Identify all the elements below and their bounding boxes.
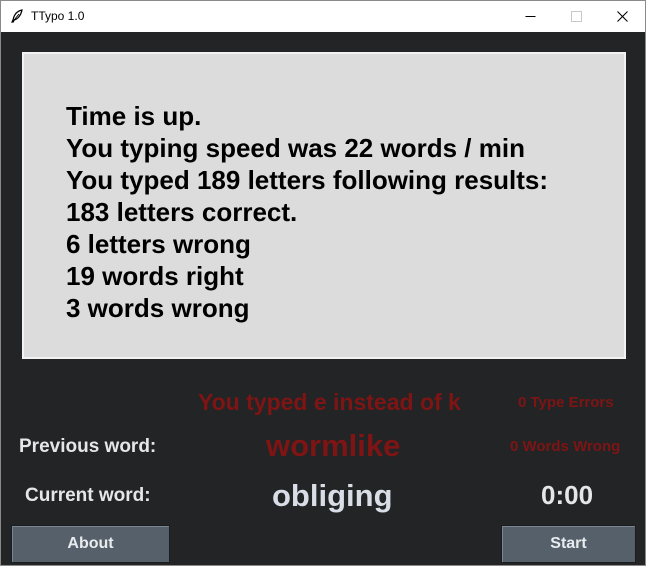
- current-word-label: Current word:: [25, 485, 151, 506]
- close-icon: [616, 11, 628, 22]
- minimize-icon: [525, 16, 535, 17]
- result-line: Time is up.: [66, 101, 202, 131]
- results-text: Time is up. You typing speed was 22 word…: [66, 100, 548, 324]
- window-title: TTypo 1.0: [31, 9, 85, 23]
- minimize-button[interactable]: [507, 1, 553, 32]
- results-panel: Time is up. You typing speed was 22 word…: [22, 52, 626, 359]
- maximize-button[interactable]: [553, 1, 599, 32]
- title-bar[interactable]: TTypo 1.0: [1, 1, 645, 32]
- maximize-icon: [570, 11, 582, 22]
- previous-word-label: Previous word:: [19, 436, 157, 457]
- start-button[interactable]: Start: [501, 525, 636, 563]
- result-line: You typing speed was 22 words / min: [66, 133, 525, 163]
- result-line: 3 words wrong: [66, 293, 250, 323]
- close-button[interactable]: [599, 1, 645, 32]
- client-area: Time is up. You typing speed was 22 word…: [1, 32, 645, 565]
- result-line: You typed 189 letters following results:: [66, 165, 549, 195]
- feather-icon: [10, 9, 24, 23]
- error-message: You typed e instead of k: [198, 389, 461, 415]
- previous-word: wormlike: [266, 428, 401, 463]
- result-line: 6 letters wrong: [66, 229, 251, 259]
- app-window: TTypo 1.0 Time is up. You typing speed w…: [0, 0, 646, 566]
- timer: 0:00: [541, 480, 594, 510]
- result-line: 183 letters correct.: [66, 197, 298, 227]
- about-button[interactable]: About: [11, 525, 170, 563]
- current-word: obliging: [272, 478, 393, 513]
- type-errors-count: 0 Type Errors: [518, 394, 614, 411]
- words-wrong-count: 0 Words Wrong: [510, 438, 621, 455]
- result-line: 19 words right: [66, 261, 244, 291]
